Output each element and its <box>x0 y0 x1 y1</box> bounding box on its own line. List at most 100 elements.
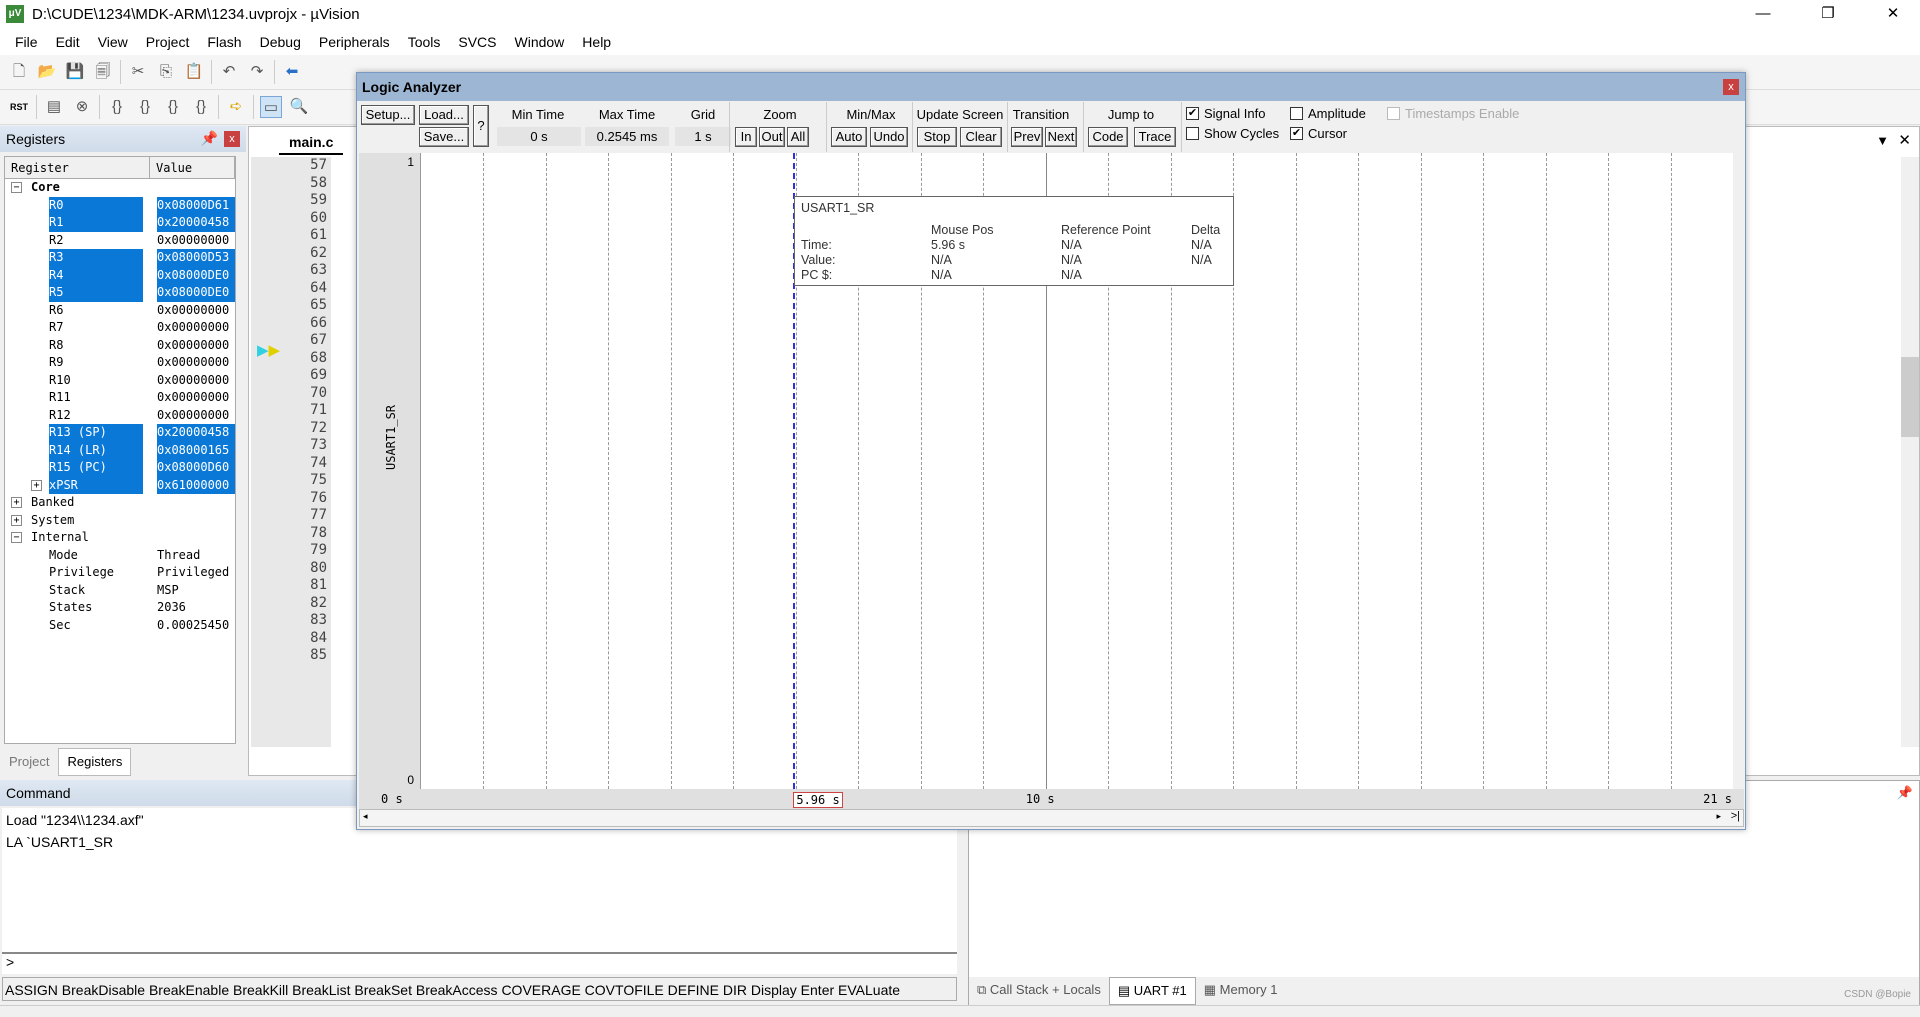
stop-icon[interactable]: ⊗ <box>71 96 93 118</box>
expand-icon[interactable]: − <box>11 532 22 543</box>
disassembly-icon[interactable]: 🔍 <box>288 96 310 118</box>
scroll-right-icon[interactable]: ▸ <box>1716 811 1721 822</box>
step-out-icon[interactable]: {} <box>162 96 184 118</box>
expand-icon[interactable]: + <box>31 479 42 491</box>
run-icon[interactable]: ▤ <box>43 96 65 118</box>
cursor-checkbox[interactable]: ✔ Cursor <box>1290 126 1347 141</box>
trace-button[interactable]: Trace <box>1134 127 1176 147</box>
scroll-left-icon[interactable]: ◂ <box>363 811 368 822</box>
register-row[interactable]: R14 (LR) 0x08000165 <box>5 441 235 459</box>
menu-debug[interactable]: Debug <box>251 34 310 50</box>
register-row[interactable]: R7 0x00000000 <box>5 319 235 337</box>
menu-svcs[interactable]: SVCS <box>449 34 505 50</box>
copy-icon[interactable]: ⎘ <box>155 61 177 83</box>
menu-edit[interactable]: Edit <box>47 34 89 50</box>
amplitude-checkbox[interactable]: Amplitude <box>1290 106 1366 121</box>
run-to-cursor-icon[interactable]: {} <box>190 96 212 118</box>
redo-icon[interactable]: ↷ <box>246 61 268 83</box>
maximize-button[interactable]: ❐ <box>1805 0 1851 28</box>
close-icon[interactable]: ✕ <box>1898 131 1911 149</box>
register-row[interactable]: R6 0x00000000 <box>5 302 235 320</box>
register-row[interactable]: R1 0x20000458 <box>5 214 235 232</box>
undo-button[interactable]: Undo <box>870 127 908 147</box>
column-register[interactable]: Register <box>5 157 150 178</box>
open-folder-icon[interactable]: 📂 <box>36 61 58 83</box>
expand-icon[interactable]: + <box>11 497 22 508</box>
menu-project[interactable]: Project <box>137 34 199 50</box>
paste-icon[interactable]: 📋 <box>183 61 205 83</box>
dropdown-icon[interactable]: ▼ <box>1876 133 1889 148</box>
signal-label[interactable]: USART1_SR <box>384 405 398 470</box>
register-row[interactable]: States 2036 <box>5 599 235 617</box>
register-row[interactable]: + System <box>5 512 235 530</box>
column-value[interactable]: Value <box>150 157 235 178</box>
prev-button[interactable]: Prev <box>1011 127 1043 147</box>
signal-info-checkbox[interactable]: ✔ Signal Info <box>1186 106 1265 121</box>
menu-tools[interactable]: Tools <box>399 34 450 50</box>
load-button[interactable]: Load... <box>419 105 469 125</box>
menu-file[interactable]: File <box>6 34 47 50</box>
register-row[interactable]: + Banked <box>5 494 235 512</box>
menu-peripherals[interactable]: Peripherals <box>310 34 399 50</box>
register-row[interactable]: R5 0x08000DE0 <box>5 284 235 302</box>
tab-uart1[interactable]: ▤ UART #1 <box>1108 977 1196 1005</box>
save-icon[interactable]: 💾 <box>64 61 86 83</box>
step-over-icon[interactable]: {} <box>134 96 156 118</box>
auto-button[interactable]: Auto <box>831 127 867 147</box>
tab-project[interactable]: Project <box>0 748 58 776</box>
clear-button[interactable]: Clear <box>960 127 1002 147</box>
menu-view[interactable]: View <box>89 34 137 50</box>
register-row[interactable]: Privilege Privileged <box>5 564 235 582</box>
zoom-all-button[interactable]: All <box>787 127 809 147</box>
menu-help[interactable]: Help <box>573 34 620 50</box>
close-icon[interactable]: x <box>224 131 240 147</box>
step-into-icon[interactable]: {} <box>106 96 128 118</box>
zoom-in-button[interactable]: In <box>735 127 757 147</box>
register-row[interactable]: − Core <box>5 179 235 197</box>
show-next-statement-icon[interactable]: ➪ <box>225 96 247 118</box>
register-row[interactable]: R9 0x00000000 <box>5 354 235 372</box>
tab-memory1[interactable]: ▦ Memory 1 <box>1196 977 1286 1005</box>
register-row[interactable]: R15 (PC) 0x08000D60 <box>5 459 235 477</box>
cut-icon[interactable]: ✂ <box>127 61 149 83</box>
close-button[interactable]: ✕ <box>1870 0 1916 28</box>
navigate-back-icon[interactable]: ⬅ <box>281 61 303 83</box>
register-row[interactable]: + xPSR 0x61000000 <box>5 476 235 494</box>
register-row[interactable]: Stack MSP <box>5 582 235 600</box>
tab-main-c[interactable]: main.c <box>279 131 344 155</box>
register-row[interactable]: R13 (SP) 0x20000458 <box>5 424 235 442</box>
register-row[interactable]: − Internal <box>5 529 235 547</box>
minimize-button[interactable]: — <box>1740 0 1786 28</box>
show-cycles-checkbox[interactable]: Show Cycles <box>1186 126 1279 141</box>
new-file-icon[interactable]: 🗋 <box>8 61 30 83</box>
register-row[interactable]: Sec 0.00025450 <box>5 617 235 635</box>
register-row[interactable]: R0 0x08000D61 <box>5 196 235 214</box>
register-row[interactable]: R3 0x08000D53 <box>5 249 235 267</box>
register-row[interactable]: R2 0x00000000 <box>5 232 235 250</box>
setup-button[interactable]: Setup... <box>361 105 415 125</box>
horizontal-scrollbar[interactable]: ◂ ▸ >| <box>359 809 1744 827</box>
close-icon[interactable]: x <box>1723 79 1739 95</box>
undo-icon[interactable]: ↶ <box>218 61 240 83</box>
zoom-out-button[interactable]: Out <box>759 127 785 147</box>
register-row[interactable]: R8 0x00000000 <box>5 337 235 355</box>
tab-registers[interactable]: Registers <box>58 748 132 776</box>
pin-icon[interactable]: 📌 <box>1897 785 1913 801</box>
register-row[interactable]: Mode Thread <box>5 547 235 565</box>
command-window-icon[interactable]: ▭ <box>260 96 282 118</box>
menu-flash[interactable]: Flash <box>198 34 250 50</box>
vertical-scrollbar[interactable] <box>1901 157 1919 747</box>
register-row[interactable]: R10 0x00000000 <box>5 372 235 390</box>
scroll-end-icon[interactable]: >| <box>1731 810 1740 822</box>
register-row[interactable]: R4 0x08000DE0 <box>5 266 235 284</box>
save-button[interactable]: Save... <box>419 127 469 147</box>
expand-icon[interactable]: − <box>11 182 22 193</box>
save-all-icon[interactable]: 🗐 <box>92 61 114 83</box>
register-row[interactable]: R11 0x00000000 <box>5 389 235 407</box>
tab-call-stack[interactable]: ⧉ Call Stack + Locals <box>969 977 1109 1005</box>
register-row[interactable]: R12 0x00000000 <box>5 407 235 425</box>
reset-button[interactable]: RST <box>8 96 30 118</box>
help-button[interactable]: ? <box>473 105 489 147</box>
pin-icon[interactable]: 📌 <box>201 130 218 147</box>
code-button[interactable]: Code <box>1088 127 1128 147</box>
